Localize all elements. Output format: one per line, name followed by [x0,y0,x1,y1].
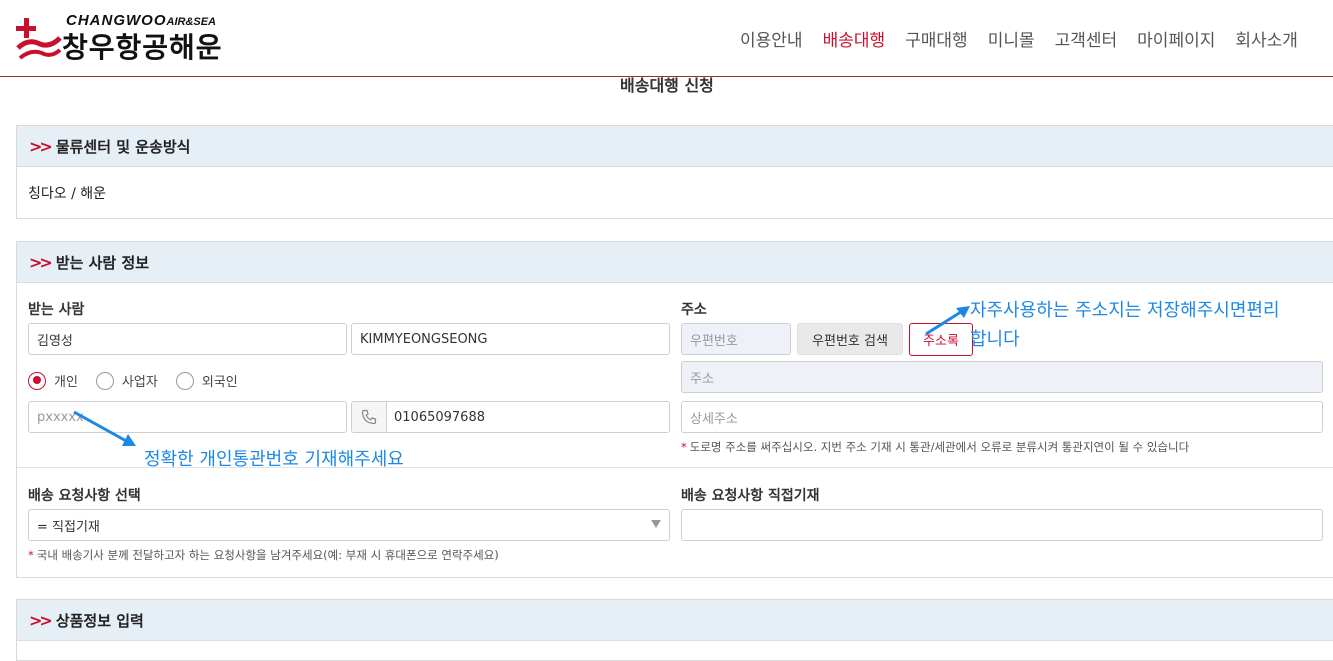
logistics-panel-header: >> 물류센터 및 운송방식 [17,126,1333,167]
product-panel-title: 상품정보 입력 [55,611,144,630]
address-detail-input[interactable]: 상세주소 [681,401,1323,433]
radio-foreigner[interactable]: 외국인 [175,371,238,390]
address-tip-line1: 자주사용하는 주소지는 저장해주시면편리 [970,300,1280,321]
radio-unchecked-icon [175,371,194,390]
double-chevron-icon: >> [29,252,53,272]
arrow-icon [925,306,970,336]
address-label: 주소 [681,302,707,318]
zipcode-search-button[interactable]: 우편번호 검색 [797,323,903,355]
request-note-text: 국내 배송기사 분께 전달하고자 하는 요청사항을 남겨주세요(예: 부재 시 … [36,548,499,562]
customer-type-radio-group: 개인 사업자 외국인 [28,371,256,390]
phone-input[interactable]: 01065097688 [351,401,670,433]
logistics-value: 칭다오 / 해운 [28,186,107,202]
product-panel-header: >> 상품정보 입력 [17,600,1333,641]
dropdown-arrow-icon [651,520,661,528]
address-note-text: 도로명 주소를 써주십시오. 지번 주소 기재 시 통관/세관에서 오류로 분류… [689,440,1190,454]
nav-item-mypage[interactable]: 마이페이지 [1137,31,1215,51]
radio-unchecked-icon [95,371,114,390]
phone-icon [352,402,387,432]
radio-business-label: 사업자 [121,375,158,390]
request-select[interactable]: = 직접기재 [28,509,670,541]
customs-tip: 정확한 개인통관번호 기재해주세요 [144,449,404,470]
nav-item-company[interactable]: 회사소개 [1235,31,1298,51]
product-panel: >> 상품정보 입력 [16,599,1333,661]
request-select-label: 배송 요청사항 선택 [28,488,141,504]
radio-personal-label: 개인 [54,375,78,390]
nav-item-guide[interactable]: 이용안내 [740,31,803,51]
request-direct-label: 배송 요청사항 직접기재 [681,488,820,504]
request-direct-input[interactable] [681,509,1323,541]
nav-item-support[interactable]: 고객센터 [1055,31,1118,51]
double-chevron-icon: >> [29,136,53,156]
phone-value: 01065097688 [394,409,485,425]
address-input[interactable]: 주소 [681,361,1323,393]
address-note: * 도로명 주소를 써주십시오. 지번 주소 기재 시 통관/세관에서 오류로 분… [681,440,1190,454]
logistics-panel-title: 물류센터 및 운송방식 [55,137,191,156]
recipient-panel-title: 받는 사람 정보 [55,253,150,272]
radio-personal[interactable]: 개인 [28,371,78,390]
radio-checked-icon [28,371,46,390]
request-note: * 국내 배송기사 분께 전달하고자 하는 요청사항을 남겨주세요(예: 부재 시… [28,548,499,562]
radio-foreigner-label: 외국인 [201,375,238,390]
nav-item-minimall[interactable]: 미니몰 [988,31,1035,51]
recipient-panel-header: >> 받는 사람 정보 [17,242,1333,283]
recipient-label: 받는 사람 [28,302,85,318]
radio-business[interactable]: 사업자 [95,371,158,390]
recipient-panel: >> 받는 사람 정보 받는 사람 김영성 KIMMYEONGSEONG 개인 … [16,241,1333,578]
logo[interactable]: CHANGWOOAIR&SEA 창우항공해운 [14,12,254,64]
nav-item-shipping[interactable]: 배송대행 [823,31,886,51]
recipient-name-en-input[interactable]: KIMMYEONGSEONG [351,323,670,355]
logo-mark-icon [16,18,62,60]
arrow-icon [73,410,136,446]
logistics-panel: >> 물류센터 및 운송방식 칭다오 / 해운 [16,125,1333,219]
logo-ko-text: 창우항공해운 [62,31,223,64]
double-chevron-icon: >> [29,610,53,630]
recipient-name-ko-input[interactable]: 김영성 [28,323,347,355]
zipcode-input[interactable]: 우편번호 [681,323,791,355]
request-select-value: = 직접기재 [37,519,100,535]
site-header: CHANGWOOAIR&SEA 창우항공해운 이용안내 배송대행 구매대행 미니몰 고객… [0,0,1333,77]
nav-item-purchase[interactable]: 구매대행 [905,31,968,51]
main-nav: 이용안내 배송대행 구매대행 미니몰 고객센터 마이페이지 회사소개 [740,26,1318,51]
